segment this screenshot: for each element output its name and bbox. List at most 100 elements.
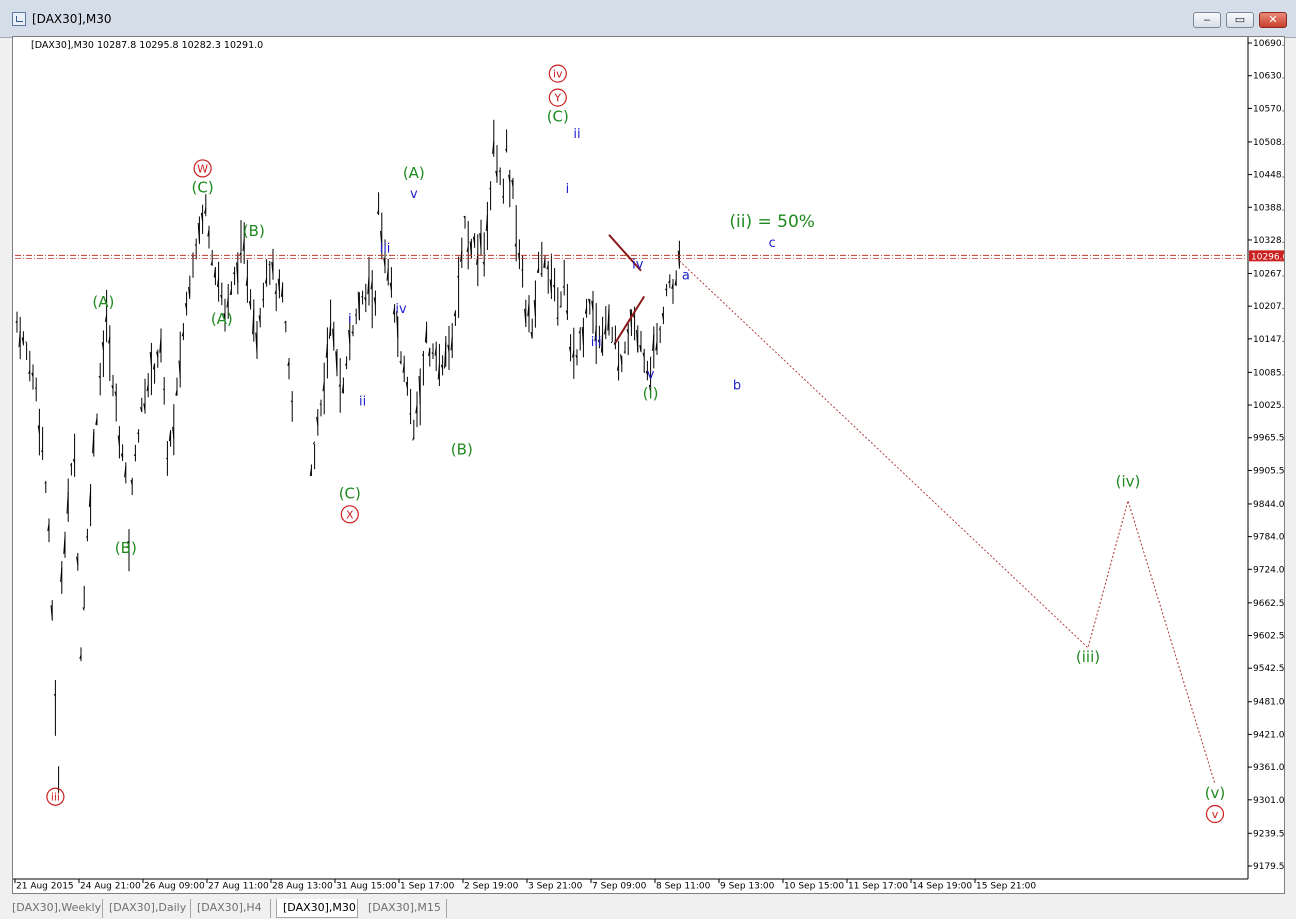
time-axis: 21 Aug 2015 24 Aug 21:00 26 Aug 09:00 27 Au… [13,878,1248,892]
time-tick-label: 21 Aug 2015 [16,882,74,892]
price-tick-label: 9179.5 [1253,862,1284,872]
wave-label: a [682,269,690,284]
time-tick-label: 3 Sep 21:00 [528,882,583,892]
price-tick-label: 10147.0 [1253,335,1284,345]
wave-label: (A) [211,310,233,328]
wave-label: (iv) [1116,473,1141,491]
price-bar-open [620,354,623,365]
tab-m30[interactable]: [DAX30],M30 [276,899,358,918]
tab-h4[interactable]: [DAX30],H4 [191,899,271,918]
window-titlebar: [DAX30],M30 ‒ ▭ ✕ [0,0,1296,38]
tab-m15[interactable]: [DAX30],M15 [362,899,447,918]
price-tick-label: 9481.0 [1253,698,1284,708]
wave-label: b [733,378,741,393]
price-tick-label: 9905.5 [1253,466,1284,476]
price-tick-label: 9662.5 [1253,599,1284,609]
price-tick-label: 10025.5 [1253,401,1284,411]
price-bar-open [312,441,316,445]
time-tick-label: 24 Aug 21:00 [80,882,141,892]
wave-label: (ii) = 50% [729,212,815,232]
tab-weekly[interactable]: [DAX30],Weekly [6,899,103,918]
current-price-label: 10296.6 [1251,252,1284,262]
price-axis: 10690.0 10630.0 10570.0 10508.5 10448.5 10388… [1247,37,1284,879]
price-tick-label: 9724.0 [1253,565,1284,575]
price-bars [15,119,680,794]
price-tick-label: 9602.5 [1253,632,1284,642]
price-tick-label: 10328.5 [1253,236,1284,246]
price-tick-label: 10267.0 [1253,269,1284,279]
time-tick-label: 11 Sep 17:00 [848,882,908,892]
price-tick-label: 10630.0 [1253,72,1284,82]
price-bar-open [85,536,88,538]
time-tick-label: 28 Aug 13:00 [272,882,333,892]
wave-label: v [410,187,418,202]
wave-label: (B) [451,441,473,459]
wave-label: i [348,312,352,327]
price-bar-open [658,328,661,331]
wave-label: iii [591,335,602,350]
wave-label: (v) [1205,784,1226,802]
time-tick-label: 8 Sep 11:00 [656,882,711,892]
time-tick-label: 2 Sep 19:00 [464,882,519,892]
price-tick-label: 9965.5 [1253,434,1284,444]
maximize-button[interactable]: ▭ [1226,12,1254,28]
price-bar-open [361,295,363,298]
price-tick-label: 10570.0 [1253,104,1284,114]
circled-wave-label: iv [553,68,563,81]
price-tick-label: 9421.0 [1253,730,1284,740]
wave-label: (C) [547,108,569,126]
price-bar-open [354,314,357,316]
time-tick-label: 9 Sep 13:00 [720,882,775,892]
time-tick-label: 26 Aug 09:00 [144,882,205,892]
price-tick-label: 10448.5 [1253,171,1284,181]
price-bar-open [328,323,332,339]
price-tick-label: 9844.0 [1253,500,1284,510]
wave-label: (B) [243,222,265,240]
wave-label: v [647,367,655,382]
price-tick-label: 9239.5 [1253,829,1284,839]
time-tick-label: 7 Sep 09:00 [592,882,647,892]
price-tick-label: 9301.0 [1253,796,1284,806]
time-tick-label: 14 Sep 19:00 [912,882,972,892]
wave-label: (A) [92,293,114,311]
wave-label: (iii) [1076,648,1100,666]
price-chart[interactable]: [DAX30],M30 10287.8 10295.8 10282.3 1029… [13,37,1284,893]
price-tick-label: 9784.0 [1253,533,1284,543]
wave-labels: iii(A)(B)W(C)(A)(B)(C)Xiiiiiiivv(A)(B)(C… [46,64,1226,824]
chart-info-text: [DAX30],M30 10287.8 10295.8 10282.3 1029… [31,40,263,51]
price-bar-open [25,341,27,343]
wave-label: (B) [115,539,137,557]
tab-daily[interactable]: [DAX30],Daily [103,899,191,918]
wave-label: iii [380,241,391,256]
time-tick-label: 27 Aug 11:00 [208,882,269,892]
minimize-button[interactable]: ‒ [1193,12,1221,28]
time-tick-label: 15 Sep 21:00 [976,882,1036,892]
chart-window-icon [12,12,26,26]
chart-tab-bar: [DAX30],Weekly [DAX30],Daily [DAX30],H4 … [0,896,1296,919]
price-tick-label: 10508.5 [1253,138,1284,148]
wave-label: ii [573,127,580,142]
circled-wave-label: Y [553,92,561,105]
wave-label: (C) [192,178,214,196]
circled-wave-label: v [1212,808,1219,821]
close-button[interactable]: ✕ [1259,12,1287,28]
price-tick-label: 10207.0 [1253,302,1284,312]
price-tick-label: 9361.0 [1253,763,1284,773]
wave-label: c [769,236,776,251]
wave-label: i [566,182,570,197]
price-tick-label: 10085.5 [1253,368,1284,378]
circled-wave-label: iii [51,791,60,804]
wave-label: iv [632,258,644,273]
time-tick-label: 1 Sep 17:00 [400,882,455,892]
wave-label: (i) [643,384,659,402]
window-title: [DAX30],M30 [32,12,112,26]
price-bar-open [412,437,415,441]
chart-area[interactable]: [DAX30],M30 10287.8 10295.8 10282.3 1029… [12,36,1285,894]
price-tick-label: 10690.0 [1253,39,1284,49]
time-tick-label: 10 Sep 15:00 [784,882,844,892]
wave-label: iv [395,302,407,317]
price-tick-label: 10388.5 [1253,203,1284,213]
circled-wave-label: W [197,162,208,175]
wave-overlays [15,234,1247,785]
triangle-lower-line [614,295,646,344]
